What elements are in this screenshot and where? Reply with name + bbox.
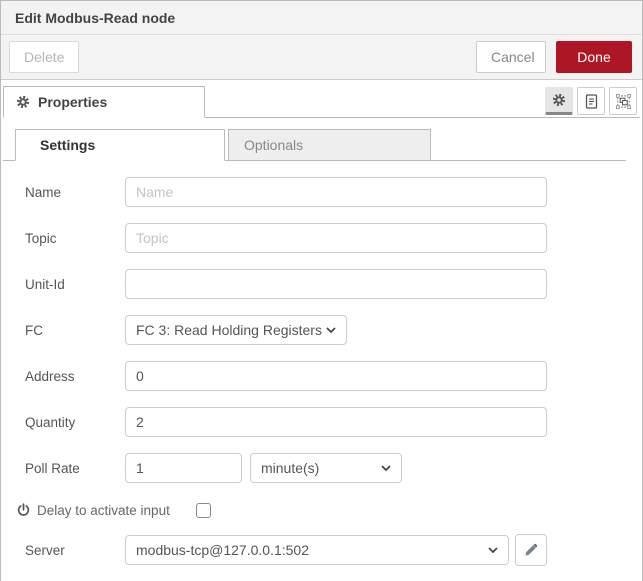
- name-input[interactable]: [125, 177, 547, 207]
- properties-tab-bar: Properties: [3, 86, 640, 118]
- gear-icon: [16, 95, 30, 109]
- server-row: Server modbus-tcp@127.0.0.1:502: [15, 535, 628, 565]
- name-row: Name: [15, 177, 628, 207]
- topic-label: Topic: [15, 231, 125, 246]
- poll-rate-input[interactable]: [125, 453, 242, 483]
- delete-button[interactable]: Delete: [9, 41, 79, 73]
- server-select-value: modbus-tcp@127.0.0.1:502: [136, 542, 488, 558]
- dialog-body: Properties: [1, 86, 642, 565]
- appearance-view-button[interactable]: [609, 87, 637, 115]
- poll-rate-row: Poll Rate minute(s): [15, 453, 628, 483]
- tab-settings-label: Settings: [40, 137, 95, 153]
- fc-select-value: FC 3: Read Holding Registers: [136, 322, 326, 338]
- delay-row: Delay to activate input: [15, 499, 628, 521]
- name-label: Name: [15, 185, 125, 200]
- fc-label: FC: [15, 323, 125, 338]
- dialog-toolbar: Delete Cancel Done: [1, 35, 642, 80]
- settings-form: Name Topic Unit-Id FC FC 3: Read Holding…: [3, 161, 640, 565]
- view-switch-buttons: [545, 87, 637, 115]
- power-icon: [17, 503, 30, 517]
- tab-properties-label: Properties: [38, 94, 107, 110]
- server-label: Server: [15, 543, 125, 558]
- address-input[interactable]: [125, 361, 547, 391]
- unit-id-label: Unit-Id: [15, 277, 125, 292]
- tab-properties[interactable]: Properties: [3, 86, 205, 118]
- settings-optionals-tabs: Settings Optionals: [3, 129, 626, 161]
- fc-select[interactable]: FC 3: Read Holding Registers: [125, 315, 347, 345]
- poll-rate-unit-value: minute(s): [261, 460, 381, 476]
- chevron-down-icon: [488, 547, 498, 554]
- appearance-icon: [616, 94, 631, 109]
- unit-id-input[interactable]: [125, 269, 547, 299]
- delay-checkbox[interactable]: [196, 503, 211, 518]
- pencil-icon: [524, 543, 538, 557]
- server-select[interactable]: modbus-tcp@127.0.0.1:502: [125, 535, 509, 565]
- tab-settings[interactable]: Settings: [15, 129, 225, 161]
- gear-icon: [552, 93, 566, 107]
- tab-optionals-label: Optionals: [244, 137, 303, 153]
- properties-view-button[interactable]: [545, 87, 573, 115]
- topic-row: Topic: [15, 223, 628, 253]
- tab-optionals[interactable]: Optionals: [228, 129, 431, 161]
- description-view-button[interactable]: [577, 87, 605, 115]
- quantity-label: Quantity: [15, 415, 125, 430]
- chevron-down-icon: [381, 465, 391, 472]
- fc-row: FC FC 3: Read Holding Registers: [15, 315, 628, 345]
- cancel-button[interactable]: Cancel: [476, 41, 546, 73]
- topic-input[interactable]: [125, 223, 547, 253]
- document-icon: [585, 94, 598, 109]
- quantity-row: Quantity: [15, 407, 628, 437]
- address-row: Address: [15, 361, 628, 391]
- address-label: Address: [15, 369, 125, 384]
- dialog-title-bar: Edit Modbus-Read node: [1, 1, 642, 35]
- delay-label: Delay to activate input: [37, 503, 170, 518]
- dialog-title: Edit Modbus-Read node: [15, 10, 175, 26]
- quantity-input[interactable]: [125, 407, 547, 437]
- poll-rate-unit-select[interactable]: minute(s): [250, 453, 402, 483]
- edit-modbus-read-dialog: Edit Modbus-Read node Delete Cancel Done…: [0, 0, 643, 581]
- chevron-down-icon: [326, 327, 336, 334]
- poll-rate-label: Poll Rate: [15, 461, 125, 476]
- unit-id-row: Unit-Id: [15, 269, 628, 299]
- edit-server-button[interactable]: [515, 534, 547, 566]
- done-button[interactable]: Done: [556, 41, 632, 73]
